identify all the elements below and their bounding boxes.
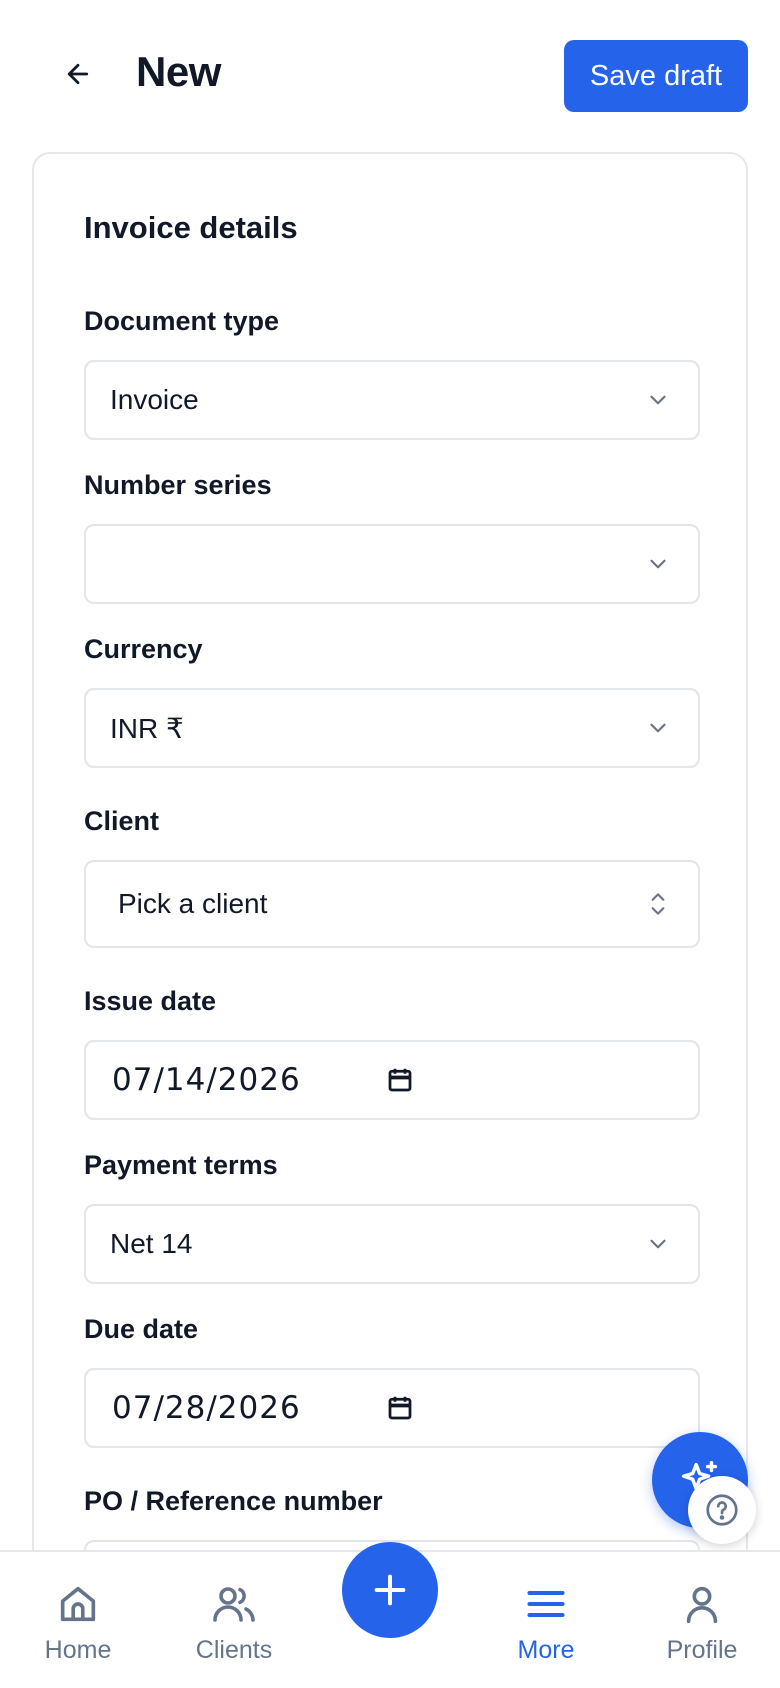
nav-label-home: Home <box>44 1636 112 1664</box>
page-header: New Save draft <box>0 0 780 150</box>
po-reference-label: PO / Reference number <box>84 1486 383 1516</box>
nav-item-clients[interactable]: Clients <box>164 1552 304 1688</box>
home-icon <box>54 1580 102 1628</box>
number-series-label: Number series <box>84 470 272 500</box>
document-type-label: Document type <box>84 306 280 336</box>
number-series-select[interactable] <box>84 524 700 604</box>
chevron-down-icon <box>628 524 688 604</box>
due-date-input[interactable]: 07/28/2026 <box>84 1368 700 1448</box>
help-button[interactable] <box>688 1476 756 1544</box>
chevron-up-down-icon <box>628 860 688 948</box>
currency-select[interactable]: INR ₹ <box>84 688 700 768</box>
due-date-label: Due date <box>84 1314 199 1344</box>
nav-label-profile: Profile <box>666 1636 738 1664</box>
menu-icon <box>522 1580 570 1628</box>
users-icon <box>210 1580 258 1628</box>
document-type-select[interactable]: Invoice <box>84 360 700 440</box>
issue-date-label: Issue date <box>84 986 217 1016</box>
payment-terms-value: Net 14 <box>110 1228 193 1259</box>
calendar-icon[interactable] <box>382 1390 418 1426</box>
nav-item-profile[interactable]: Profile <box>632 1552 772 1688</box>
client-value: Pick a client <box>118 888 268 919</box>
add-new-button[interactable] <box>342 1542 438 1638</box>
due-date-value: 07/28/2026 <box>112 1390 301 1426</box>
plus-icon <box>374 1574 406 1606</box>
currency-value: INR ₹ <box>110 712 184 744</box>
client-combobox[interactable]: Pick a client <box>84 860 700 948</box>
client-label: Client <box>84 806 160 836</box>
currency-label: Currency <box>84 634 203 664</box>
nav-item-home[interactable]: Home <box>8 1552 148 1688</box>
back-button[interactable] <box>56 52 100 96</box>
nav-label-clients: Clients <box>195 1636 273 1664</box>
invoice-details-card: Invoice details Document type Invoice Nu… <box>32 152 748 1688</box>
payment-terms-select[interactable]: Net 14 <box>84 1204 700 1284</box>
issue-date-value: 07/14/2026 <box>112 1062 301 1098</box>
chevron-down-icon <box>628 360 688 440</box>
user-icon <box>678 1580 726 1628</box>
document-type-value: Invoice <box>110 384 199 415</box>
back-arrow-icon <box>67 63 89 85</box>
save-draft-button[interactable]: Save draft <box>564 40 748 112</box>
chevron-down-icon <box>628 1204 688 1284</box>
card-title: Invoice details <box>84 210 298 245</box>
page-title: New <box>136 48 221 95</box>
calendar-icon[interactable] <box>382 1062 418 1098</box>
chevron-down-icon <box>628 688 688 768</box>
issue-date-input[interactable]: 07/14/2026 <box>84 1040 700 1120</box>
payment-terms-label: Payment terms <box>84 1150 278 1180</box>
help-circle-icon <box>706 1494 738 1526</box>
nav-item-more[interactable]: More <box>476 1552 616 1688</box>
nav-label-more: More <box>517 1636 575 1664</box>
bottom-nav: Home Clients More Profile <box>0 1542 780 1688</box>
